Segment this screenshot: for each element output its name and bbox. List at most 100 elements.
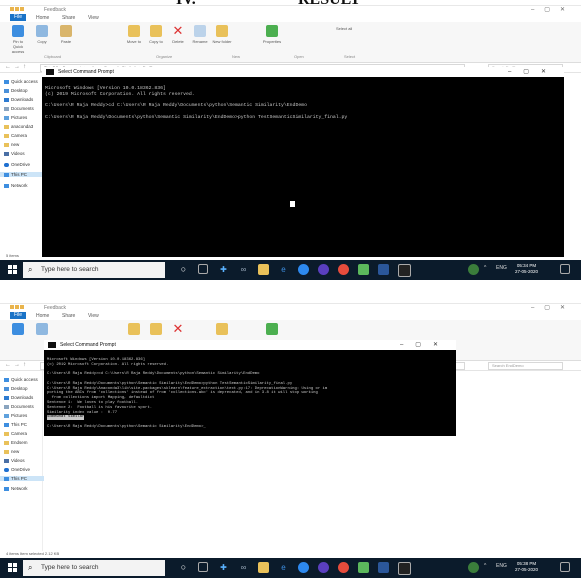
nav-item[interactable]: Camera — [4, 133, 27, 138]
delete-button[interactable]: ✕ Delete — [168, 24, 188, 49]
chrome-icon[interactable] — [338, 562, 349, 573]
browser-icon[interactable] — [298, 562, 309, 573]
nav-item[interactable]: Desktop — [4, 386, 28, 391]
new-folder-button[interactable]: New folder — [212, 25, 232, 49]
clock[interactable]: 05:38 PM 27-05-2020 — [515, 561, 538, 573]
pin-button[interactable] — [8, 323, 28, 347]
cmd-taskbar-icon[interactable] — [398, 264, 411, 277]
new-folder-icon — [216, 25, 228, 37]
people-icon[interactable]: ✚ — [218, 264, 229, 275]
select-all-button[interactable]: Select all — [336, 26, 352, 31]
nav-item[interactable]: new — [4, 449, 19, 454]
nav-item[interactable]: Pictures — [4, 413, 27, 418]
nav-item[interactable]: Desktop — [4, 88, 28, 93]
nav-arrows[interactable]: ←→↑ — [5, 64, 29, 70]
paste-button[interactable]: Paste — [56, 25, 76, 49]
nav-item[interactable]: OneDrive — [4, 467, 30, 472]
tab-view[interactable]: View — [88, 15, 99, 21]
nav-arrows[interactable]: ←→↑ — [5, 362, 29, 368]
app-icon[interactable] — [318, 562, 329, 573]
nav-item[interactable]: Documents — [4, 106, 34, 111]
nav-item[interactable]: Network — [4, 183, 28, 188]
nav-item[interactable]: Videos — [4, 458, 25, 463]
nav-item[interactable]: Quick access — [4, 377, 38, 382]
copy-to-button[interactable]: Copy to — [146, 25, 166, 49]
taskbar-search[interactable]: ⌕ Type here to search — [23, 560, 165, 576]
nav-label: Documents — [11, 404, 34, 409]
cortana-icon[interactable]: ○ — [178, 562, 189, 573]
word-icon[interactable] — [378, 264, 389, 275]
rename-button[interactable]: Rename — [190, 25, 210, 49]
notifications-icon[interactable] — [560, 264, 570, 274]
nav-item-selected[interactable]: This PC — [0, 476, 44, 481]
window-controls[interactable]: –▢✕ — [531, 6, 575, 13]
nav-item-selected[interactable]: This PC — [0, 172, 44, 177]
tab-home[interactable]: Home — [36, 15, 49, 21]
tab-file[interactable]: File — [10, 312, 27, 319]
word-icon[interactable] — [378, 562, 389, 573]
cmd-window-controls[interactable]: –▢✕ — [508, 68, 558, 75]
tab-share[interactable]: Share — [62, 313, 75, 319]
cmd-window[interactable]: Select Command Prompt –▢✕ Microsoft Wind… — [44, 340, 456, 436]
nav-item[interactable]: Pictures — [4, 115, 27, 120]
tab-view[interactable]: View — [88, 313, 99, 319]
cmd-titlebar[interactable]: Select Command Prompt –▢✕ — [42, 67, 564, 77]
edge-icon[interactable]: e — [278, 562, 289, 573]
nav-item[interactable]: Downloads — [4, 97, 33, 102]
pin-button[interactable]: Pin to Quick access — [8, 25, 28, 54]
nav-item[interactable]: Quick access — [4, 79, 38, 84]
link-icon[interactable]: ∞ — [238, 562, 249, 573]
language-indicator[interactable]: ENG — [496, 265, 507, 271]
nav-item[interactable]: Endsem — [4, 440, 28, 445]
computer-icon — [4, 422, 9, 427]
window-controls[interactable]: –▢✕ — [531, 304, 575, 311]
file-explorer-icon[interactable] — [258, 264, 269, 275]
link-icon[interactable]: ∞ — [238, 264, 249, 275]
nav-item[interactable]: anaconda3 — [4, 124, 33, 129]
start-button[interactable] — [8, 563, 17, 572]
language-indicator[interactable]: ENG — [496, 563, 507, 569]
nav-item[interactable]: new — [4, 142, 19, 147]
nav-item[interactable]: OneDrive — [4, 162, 30, 167]
start-button[interactable] — [8, 265, 17, 274]
cmd-window-controls[interactable]: –▢✕ — [400, 341, 450, 348]
tab-share[interactable]: Share — [62, 15, 75, 21]
tray-chevron-icon[interactable]: ^ — [484, 563, 486, 569]
avatar[interactable] — [468, 264, 479, 275]
cmd-titlebar[interactable]: Select Command Prompt –▢✕ — [44, 340, 456, 350]
nav-item[interactable]: This PC — [4, 422, 27, 427]
cmd-window[interactable]: Select Command Prompt –▢✕ Microsoft Wind… — [42, 67, 564, 257]
tab-file[interactable]: File — [10, 14, 27, 21]
tray-chevron-icon[interactable]: ^ — [484, 265, 486, 271]
nav-item[interactable]: Videos — [4, 151, 25, 156]
avatar[interactable] — [468, 562, 479, 573]
quick-access-toolbar[interactable] — [10, 7, 32, 12]
taskbar-search[interactable]: ⌕ Type here to search — [23, 262, 165, 278]
app-icon[interactable] — [358, 264, 369, 275]
cmd-icon — [48, 342, 56, 348]
nav-item[interactable]: Network — [4, 486, 28, 491]
edge-icon[interactable]: e — [278, 264, 289, 275]
clock[interactable]: 05:34 PM 27-05-2020 — [515, 263, 538, 275]
task-view-icon[interactable] — [198, 264, 208, 274]
nav-item[interactable]: Documents — [4, 404, 34, 409]
search-input[interactable]: Search EndDemo — [488, 362, 563, 370]
nav-item[interactable]: Downloads — [4, 395, 33, 400]
notifications-icon[interactable] — [560, 562, 570, 572]
file-explorer-icon[interactable] — [258, 562, 269, 573]
cortana-icon[interactable]: ○ — [178, 264, 189, 275]
properties-button[interactable]: Properties — [262, 25, 282, 49]
app-icon[interactable] — [318, 264, 329, 275]
copy-icon — [36, 25, 48, 37]
tab-home[interactable]: Home — [36, 313, 49, 319]
move-to-button[interactable]: Move to — [124, 25, 144, 49]
task-view-icon[interactable] — [198, 562, 208, 572]
app-icon[interactable] — [358, 562, 369, 573]
chrome-icon[interactable] — [338, 264, 349, 275]
quick-access-toolbar[interactable] — [10, 305, 32, 310]
nav-item[interactable]: Camera — [4, 431, 27, 436]
cmd-taskbar-icon[interactable] — [398, 562, 411, 575]
copy-button[interactable]: Copy — [32, 25, 52, 49]
people-icon[interactable]: ✚ — [218, 562, 229, 573]
browser-icon[interactable] — [298, 264, 309, 275]
